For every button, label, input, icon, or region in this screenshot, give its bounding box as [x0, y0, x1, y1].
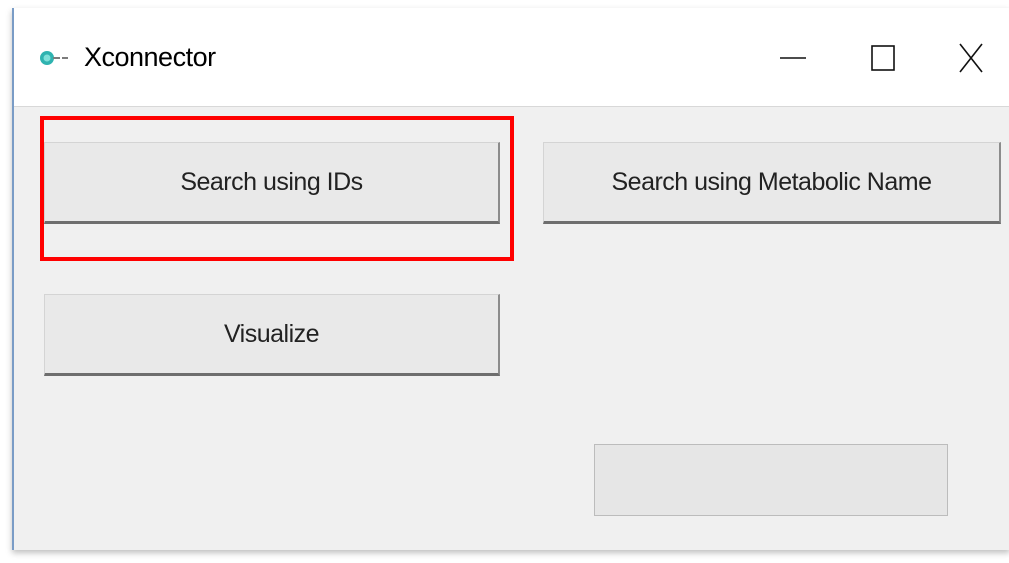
- title-bar[interactable]: Xconnector: [14, 8, 1009, 107]
- maximize-button[interactable]: [862, 36, 906, 80]
- visualize-button[interactable]: Visualize: [44, 294, 500, 376]
- search-ids-button[interactable]: Search using IDs: [44, 142, 500, 224]
- minimize-button[interactable]: [772, 36, 816, 80]
- window-title: Xconnector: [84, 42, 216, 72]
- close-icon: [959, 43, 983, 73]
- search-metabolic-name-button[interactable]: Search using Metabolic Name: [543, 142, 1001, 224]
- progress-bar: [594, 444, 948, 516]
- close-button[interactable]: [950, 36, 994, 80]
- app-window: Xconnector Search using IDs Search using…: [12, 8, 1009, 550]
- xconnector-app-icon: [38, 50, 78, 66]
- maximize-icon: [871, 45, 895, 71]
- minimize-icon: [780, 57, 806, 59]
